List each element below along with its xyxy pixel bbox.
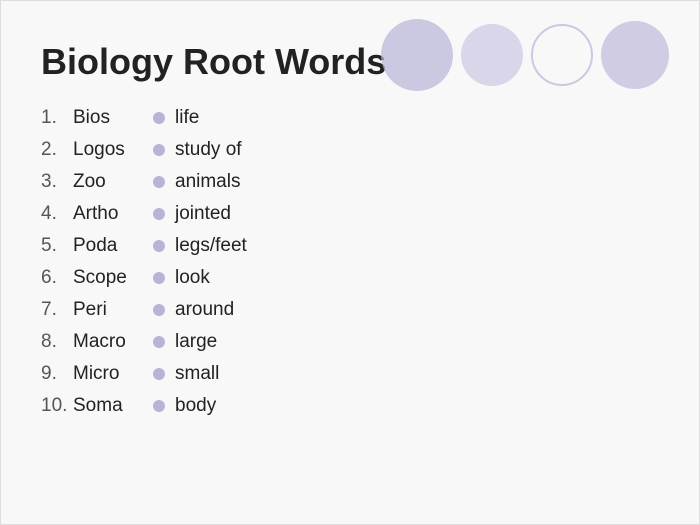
item-definition: look [175, 267, 210, 289]
item-definition: around [175, 299, 234, 321]
circle-1 [381, 19, 453, 91]
list-item: 9.Micro small [41, 363, 659, 385]
bullet-icon [153, 240, 165, 252]
bullet-icon [153, 368, 165, 380]
circle-4 [601, 21, 669, 89]
list-item: 1.Bios life [41, 107, 659, 129]
item-number: 2. [41, 139, 73, 161]
item-number: 7. [41, 299, 73, 321]
bullet-icon [153, 304, 165, 316]
list-item: 3.Zoo animals [41, 171, 659, 193]
item-definition: small [175, 363, 219, 385]
bullet-icon [153, 144, 165, 156]
item-number: 3. [41, 171, 73, 193]
item-word: Soma [73, 395, 153, 417]
item-word: Artho [73, 203, 153, 225]
bullet-icon [153, 208, 165, 220]
item-definition: life [175, 107, 199, 129]
item-definition: body [175, 395, 216, 417]
list-item: 7.Peri around [41, 299, 659, 321]
item-definition: large [175, 331, 217, 353]
item-definition: study of [175, 139, 242, 161]
bullet-icon [153, 176, 165, 188]
item-number: 8. [41, 331, 73, 353]
circle-3 [531, 24, 593, 86]
list-item: 4.Artho jointed [41, 203, 659, 225]
item-number: 1. [41, 107, 73, 129]
item-word: Micro [73, 363, 153, 385]
slide: Biology Root Words 1.Bioslife2.Logosstud… [0, 0, 700, 525]
circle-2 [461, 24, 523, 86]
item-word: Scope [73, 267, 153, 289]
bullet-icon [153, 112, 165, 124]
item-word: Poda [73, 235, 153, 257]
item-definition: jointed [175, 203, 231, 225]
bullet-icon [153, 336, 165, 348]
list-item: 10.Soma body [41, 395, 659, 417]
item-word: Macro [73, 331, 153, 353]
item-word: Logos [73, 139, 153, 161]
item-number: 9. [41, 363, 73, 385]
item-number: 5. [41, 235, 73, 257]
item-number: 4. [41, 203, 73, 225]
item-word: Zoo [73, 171, 153, 193]
item-definition: legs/feet [175, 235, 247, 257]
item-word: Bios [73, 107, 153, 129]
root-words-list: 1.Bios life 2.Logos study of 3.Zoo animals 4.A… [41, 107, 659, 417]
list-item: 8.Macro large [41, 331, 659, 353]
bullet-icon [153, 400, 165, 412]
item-definition: animals [175, 171, 240, 193]
list-item: 2.Logos study of [41, 139, 659, 161]
item-word: Peri [73, 299, 153, 321]
item-number: 6. [41, 267, 73, 289]
decorative-circles [381, 19, 669, 91]
item-number: 10. [41, 395, 73, 417]
list-item: 6.Scope look [41, 267, 659, 289]
bullet-icon [153, 272, 165, 284]
list-item: 5.Poda legs/feet [41, 235, 659, 257]
